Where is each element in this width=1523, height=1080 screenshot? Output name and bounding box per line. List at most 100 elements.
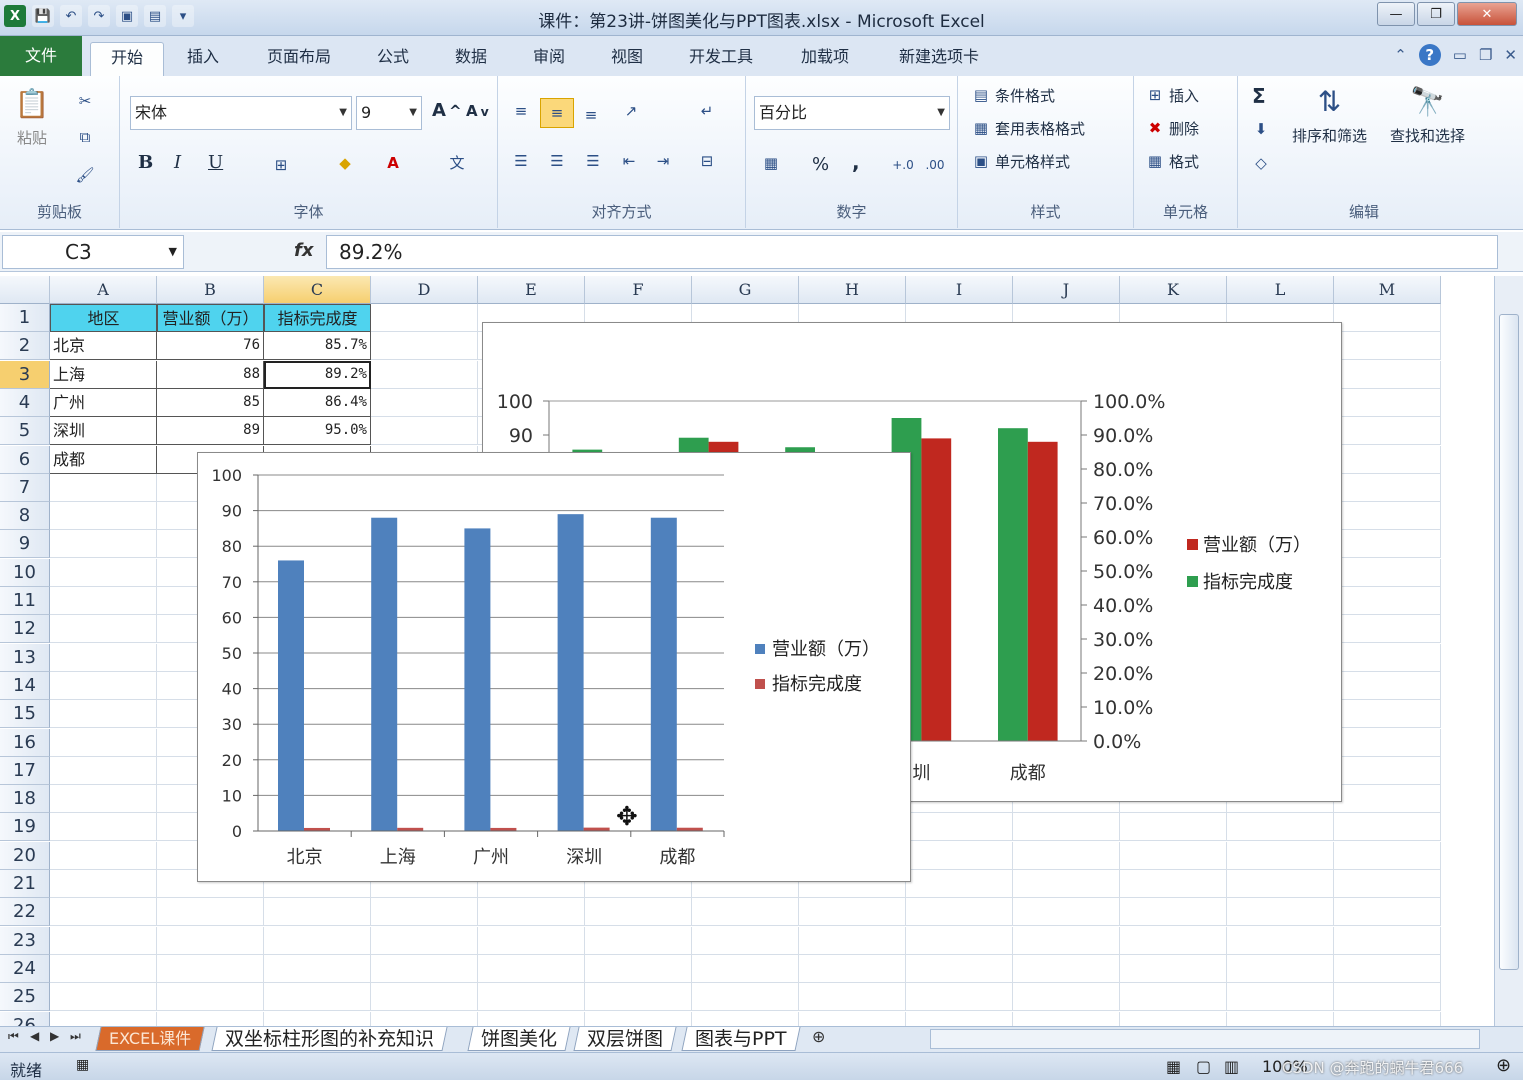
- table-header-cell[interactable]: 营业额（万）: [157, 304, 264, 332]
- table-cell[interactable]: 85.7%: [264, 332, 371, 361]
- format-as-table-button[interactable]: ▦ 套用表格格式: [970, 117, 1085, 139]
- grid-cell[interactable]: [371, 926, 478, 955]
- grid-cell[interactable]: [157, 1011, 264, 1026]
- grid-cell[interactable]: [157, 926, 264, 955]
- grid-cell[interactable]: [1013, 926, 1120, 955]
- row-header[interactable]: 23: [0, 926, 50, 955]
- tab-data[interactable]: 数据: [440, 42, 502, 76]
- row-header[interactable]: 15: [0, 700, 50, 729]
- merge-center-icon[interactable]: ⊟: [696, 150, 718, 172]
- find-select-button[interactable]: 🔭 查找和选择: [1390, 82, 1465, 146]
- tab-new[interactable]: 新建选项卡: [884, 42, 994, 76]
- clear-icon[interactable]: ◇: [1250, 152, 1272, 174]
- grid-cell[interactable]: [585, 898, 692, 927]
- grid-cell[interactable]: [1334, 417, 1441, 446]
- grid-cell[interactable]: [1334, 813, 1441, 842]
- grid-cell[interactable]: [1227, 870, 1334, 898]
- increase-decimal-icon[interactable]: +.0: [892, 154, 914, 176]
- grid-cell[interactable]: [157, 983, 264, 1012]
- grid-cell[interactable]: [50, 841, 157, 870]
- grid-cell[interactable]: [50, 926, 157, 955]
- grid-cell[interactable]: [692, 954, 799, 983]
- grid-cell[interactable]: [1013, 813, 1120, 842]
- insert-sheet-icon[interactable]: ⊕: [812, 1027, 825, 1046]
- grid-cell[interactable]: [1227, 926, 1334, 955]
- grid-cell[interactable]: [585, 983, 692, 1012]
- grid-cell[interactable]: [1334, 785, 1441, 814]
- conditional-format-button[interactable]: ▤ 条件格式: [970, 84, 1055, 106]
- grid-cell[interactable]: [264, 898, 371, 927]
- table-cell[interactable]: 89: [157, 417, 264, 446]
- vertical-scrollbar[interactable]: [1494, 276, 1523, 1026]
- grid-cell[interactable]: [1120, 926, 1227, 955]
- grid-cell[interactable]: [478, 983, 585, 1012]
- close-button[interactable]: ✕: [1457, 2, 1517, 26]
- table-cell[interactable]: 85: [157, 388, 264, 417]
- paste-button[interactable]: 📋 粘贴: [12, 84, 52, 148]
- align-bottom-icon[interactable]: ≡: [580, 104, 602, 126]
- grid-cell[interactable]: [799, 1011, 906, 1026]
- sheet-tab-double-pie[interactable]: 双层饼图: [573, 1027, 677, 1051]
- grid-cell[interactable]: [692, 983, 799, 1012]
- grid-cell[interactable]: [50, 813, 157, 842]
- grid-cell[interactable]: [371, 304, 478, 332]
- grid-cell[interactable]: [1120, 841, 1227, 870]
- sheet-tab-chart-ppt[interactable]: 图表与PPT: [681, 1027, 801, 1051]
- sheet-tab-excel[interactable]: EXCEL课件: [95, 1027, 205, 1051]
- insert-function-icon[interactable]: fx: [294, 240, 313, 261]
- grid-cell[interactable]: [906, 954, 1013, 983]
- grid-cell[interactable]: [1334, 615, 1441, 644]
- wrap-text-icon[interactable]: ↵: [696, 100, 718, 122]
- grid-cell[interactable]: [906, 813, 1013, 842]
- name-box[interactable]: C3 ▼: [2, 235, 184, 269]
- grid-cell[interactable]: [1334, 304, 1441, 332]
- doc-close-icon[interactable]: ✕: [1504, 46, 1517, 64]
- grid-cell[interactable]: [1334, 898, 1441, 927]
- table-cell[interactable]: 76: [157, 332, 264, 361]
- row-header[interactable]: 20: [0, 841, 50, 870]
- table-cell[interactable]: 88: [157, 360, 264, 389]
- autosum-button[interactable]: Σ: [1252, 84, 1266, 108]
- grid-cell[interactable]: [371, 1011, 478, 1026]
- next-sheet-icon[interactable]: ▶: [50, 1029, 59, 1043]
- sheet-tab-pie[interactable]: 饼图美化: [467, 1027, 571, 1051]
- table-cell[interactable]: 86.4%: [264, 388, 371, 417]
- table-header-cell[interactable]: 指标完成度: [264, 304, 371, 332]
- row-header[interactable]: 5: [0, 417, 50, 446]
- row-header[interactable]: 1: [0, 304, 50, 332]
- tab-view[interactable]: 视图: [596, 42, 658, 76]
- grid-cell[interactable]: [50, 587, 157, 615]
- macro-record-icon[interactable]: ▦: [76, 1057, 89, 1073]
- select-all-corner[interactable]: [0, 276, 50, 304]
- grid-cell[interactable]: [906, 870, 1013, 898]
- row-header[interactable]: 25: [0, 983, 50, 1012]
- table-cell[interactable]: 成都: [50, 445, 157, 474]
- row-header[interactable]: 21: [0, 870, 50, 898]
- grid-cell[interactable]: [50, 700, 157, 729]
- row-header[interactable]: 4: [0, 388, 50, 417]
- tab-file[interactable]: 文件: [0, 36, 82, 76]
- grid-cell[interactable]: [1013, 954, 1120, 983]
- grid-cell[interactable]: [1227, 813, 1334, 842]
- grid-cell[interactable]: [1334, 728, 1441, 757]
- column-chart[interactable]: 100 90 80 70 60 50 40 30 20 10 0 北京 上海 广州 深圳 成都 营业额（万） 指标…: [197, 452, 911, 882]
- grid-cell[interactable]: [157, 954, 264, 983]
- tab-review[interactable]: 审阅: [518, 42, 580, 76]
- column-header[interactable]: C: [264, 276, 371, 304]
- table-cell[interactable]: 北京: [50, 332, 157, 361]
- align-center-icon[interactable]: ☰: [546, 150, 568, 172]
- grid-cell[interactable]: [906, 926, 1013, 955]
- row-header[interactable]: 3: [0, 360, 50, 389]
- grid-cell[interactable]: [478, 898, 585, 927]
- decrease-decimal-icon[interactable]: .00: [924, 154, 946, 176]
- grid-cell[interactable]: [50, 785, 157, 814]
- grid-cell[interactable]: [799, 983, 906, 1012]
- grow-font-icon[interactable]: A ^: [432, 100, 462, 121]
- prev-sheet-icon[interactable]: ◀: [30, 1029, 39, 1043]
- row-header[interactable]: 16: [0, 728, 50, 757]
- grid-cell[interactable]: [906, 898, 1013, 927]
- row-header[interactable]: 22: [0, 898, 50, 927]
- grid-cell[interactable]: [371, 898, 478, 927]
- format-cells-button[interactable]: ▦ 格式: [1144, 150, 1199, 172]
- zoom-in-icon[interactable]: ⊕: [1496, 1055, 1511, 1076]
